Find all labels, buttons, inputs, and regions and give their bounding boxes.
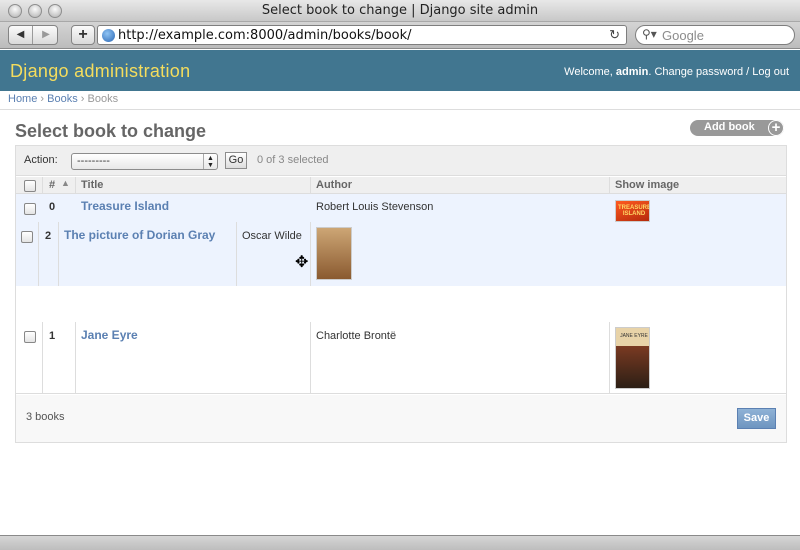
nav-buttons: ◀ ▶: [8, 25, 58, 45]
welcome-period: .: [648, 66, 652, 78]
column-title[interactable]: Title: [81, 179, 103, 191]
book-author: Robert Louis Stevenson: [316, 201, 434, 213]
changelist-footer: 3 books Save: [16, 395, 786, 442]
forward-button[interactable]: ▶: [34, 26, 58, 44]
logout-link[interactable]: Log out: [752, 66, 789, 78]
result-count: 3 books: [26, 411, 65, 423]
admin-header: Django administration Welcome, admin. Ch…: [0, 50, 800, 91]
add-icon: +: [768, 120, 784, 136]
breadcrumb-separator: ›: [80, 93, 85, 105]
breadcrumb: Home › Books › Books: [0, 91, 800, 110]
row-index: 0: [49, 201, 56, 213]
column-divider: [58, 222, 59, 286]
row-checkbox[interactable]: [24, 203, 36, 215]
column-divider: [42, 322, 43, 394]
window-title: Select book to change | Django site admi…: [261, 3, 539, 18]
reload-icon[interactable]: ↻: [609, 27, 620, 43]
username: admin: [615, 66, 649, 78]
column-show-image[interactable]: Show image: [615, 179, 679, 191]
url-text[interactable]: http://example.com:8000/admin/books/book…: [118, 28, 412, 43]
book-author: Charlotte Brontë: [316, 330, 397, 342]
book-title-link[interactable]: The picture of Dorian Gray: [64, 228, 215, 242]
window-titlebar: Select book to change | Django site admi…: [0, 0, 800, 22]
book-cover-image: JANE EYRE: [615, 327, 650, 389]
search-placeholder[interactable]: Google: [662, 28, 704, 43]
user-tools: Welcome, admin. Change password / Log ou…: [564, 66, 789, 78]
globe-icon: [102, 29, 115, 42]
changelist: Action: --------- ▲ ▼ Go 0 of 3 selected …: [15, 145, 787, 443]
book-author: Oscar Wilde: [242, 230, 302, 242]
breadcrumb-separator: ›: [40, 93, 45, 105]
column-divider: [42, 177, 43, 194]
action-label: Action:: [24, 154, 58, 166]
row-checkbox[interactable]: [24, 331, 36, 343]
add-book-button[interactable]: Add book +: [690, 120, 784, 136]
table-row: 1 Jane Eyre Charlotte Brontë JANE EYRE: [16, 322, 786, 394]
action-select[interactable]: --------- ▲ ▼: [71, 153, 218, 170]
back-button[interactable]: ◀: [9, 26, 33, 44]
sort-ascending-icon[interactable]: ▲: [61, 178, 70, 188]
breadcrumb-home[interactable]: Home: [8, 93, 37, 105]
column-divider: [609, 177, 610, 194]
selection-count: 0 of 3 selected: [257, 154, 329, 166]
table-row: 0 Treasure Island Robert Louis Stevenson…: [16, 194, 786, 222]
breadcrumb-app[interactable]: Books: [47, 93, 78, 105]
save-button[interactable]: Save: [737, 408, 776, 429]
browser-toolbar: ◀ ▶ + http://example.com:8000/admin/book…: [0, 22, 800, 49]
column-divider: [310, 322, 311, 394]
site-branding[interactable]: Django administration: [10, 61, 190, 82]
book-title-link[interactable]: Jane Eyre: [81, 328, 138, 342]
change-password-link[interactable]: Change password: [654, 66, 743, 78]
column-divider: [310, 222, 311, 286]
updown-arrows-icon: ▲ ▼: [203, 154, 217, 169]
select-all-checkbox[interactable]: [24, 180, 36, 192]
column-divider: [75, 177, 76, 194]
actions-bar: Action: --------- ▲ ▼ Go 0 of 3 selected: [16, 146, 786, 176]
add-book-label: Add book: [704, 121, 755, 133]
search-icon: ⚲▾: [642, 27, 657, 41]
book-title-link[interactable]: Treasure Island: [81, 199, 169, 213]
row-index: 1: [49, 330, 56, 342]
table-header: # ▲ Title Author Show image: [16, 177, 786, 194]
table-row-dragging[interactable]: 2 The picture of Dorian Gray Oscar Wilde: [16, 222, 786, 286]
column-divider: [609, 322, 610, 394]
column-index[interactable]: #: [49, 179, 55, 191]
forward-arrow-icon: ▶: [42, 29, 50, 40]
action-select-value: ---------: [77, 155, 110, 167]
plus-icon: +: [78, 26, 88, 43]
address-bar[interactable]: http://example.com:8000/admin/books/book…: [97, 25, 627, 45]
welcome-text: Welcome,: [564, 66, 613, 78]
column-divider: [75, 322, 76, 394]
browser-search-field[interactable]: ⚲▾ Google: [635, 25, 795, 45]
cover-title-text: TREASURE ISLAND: [618, 205, 650, 217]
column-divider: [236, 222, 237, 286]
book-cover-image: TREASURE ISLAND: [615, 200, 650, 222]
add-bookmark-button[interactable]: +: [71, 25, 95, 45]
row-checkbox[interactable]: [21, 231, 33, 243]
user-tools-separator: /: [746, 66, 750, 78]
browser-statusbar: [0, 535, 800, 550]
breadcrumb-current: Books: [87, 93, 119, 105]
back-arrow-icon: ◀: [16, 29, 25, 40]
column-author[interactable]: Author: [316, 179, 352, 191]
move-cursor-icon: ✥: [295, 254, 309, 271]
page-title: Select book to change: [15, 121, 207, 141]
row-index: 2: [45, 230, 52, 242]
go-button[interactable]: Go: [225, 152, 247, 169]
column-divider: [310, 177, 311, 194]
cover-title-text: JANE EYRE: [620, 333, 648, 339]
column-divider: [38, 222, 39, 286]
book-cover-image: [316, 227, 352, 280]
